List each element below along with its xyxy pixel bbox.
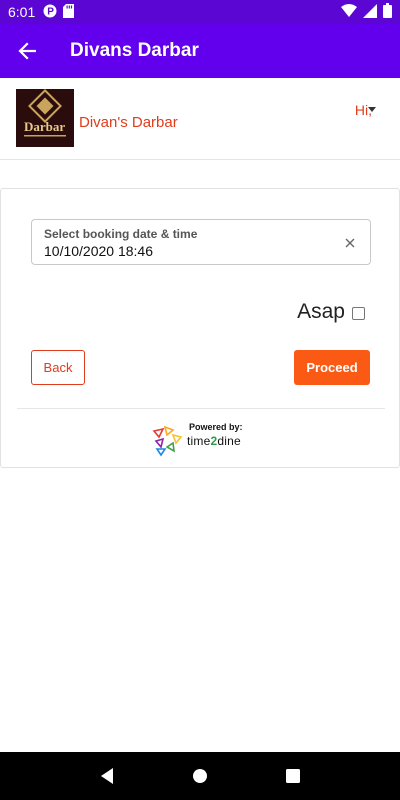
sd-card-icon bbox=[63, 3, 75, 21]
status-time: 6:01 bbox=[8, 4, 36, 20]
asap-option[interactable]: Asap bbox=[297, 300, 365, 324]
restaurant-header: Darbar Divan's Darbar Hi, bbox=[0, 78, 400, 160]
restaurant-logo: Darbar bbox=[16, 89, 74, 147]
nav-home-icon[interactable] bbox=[185, 761, 215, 791]
datetime-value[interactable]: 10/10/2020 18:46 bbox=[44, 243, 153, 259]
powered-by-label: Powered by: bbox=[189, 422, 243, 432]
nav-recents-icon[interactable] bbox=[278, 761, 308, 791]
datetime-label: Select booking date & time bbox=[44, 227, 198, 241]
proceed-button[interactable]: Proceed bbox=[294, 350, 370, 385]
caret-down-icon[interactable] bbox=[368, 107, 376, 112]
logo-wordmark: Darbar bbox=[24, 119, 65, 134]
system-nav-bar bbox=[0, 752, 400, 800]
page-title: Divans Darbar bbox=[70, 40, 199, 61]
screen: 6:01 P Divans Darbar Darbar Divan's Darb… bbox=[0, 0, 400, 800]
back-button[interactable]: Back bbox=[31, 350, 85, 385]
asap-checkbox[interactable] bbox=[352, 306, 365, 320]
svg-text:P: P bbox=[48, 6, 55, 17]
powered-by-badge: Powered by: time2dine bbox=[151, 419, 261, 459]
asap-label: Asap bbox=[297, 300, 345, 323]
battery-icon bbox=[383, 3, 392, 21]
status-bar: 6:01 P bbox=[0, 0, 400, 24]
clear-icon[interactable] bbox=[344, 236, 356, 248]
powered-brand-name: time2dine bbox=[187, 434, 241, 448]
booking-card: Select booking date & time 10/10/2020 18… bbox=[0, 188, 400, 468]
notification-icon: P bbox=[43, 4, 57, 21]
restaurant-name: Divan's Darbar bbox=[79, 114, 178, 131]
time2dine-logo-icon bbox=[151, 423, 185, 457]
app-bar: Divans Darbar bbox=[0, 24, 400, 78]
nav-back-icon[interactable] bbox=[92, 761, 122, 791]
wifi-icon bbox=[341, 4, 357, 20]
divider bbox=[17, 408, 385, 409]
back-arrow-icon[interactable] bbox=[0, 24, 54, 78]
booking-datetime-field[interactable]: Select booking date & time 10/10/2020 18… bbox=[31, 219, 371, 265]
signal-icon bbox=[363, 3, 377, 21]
